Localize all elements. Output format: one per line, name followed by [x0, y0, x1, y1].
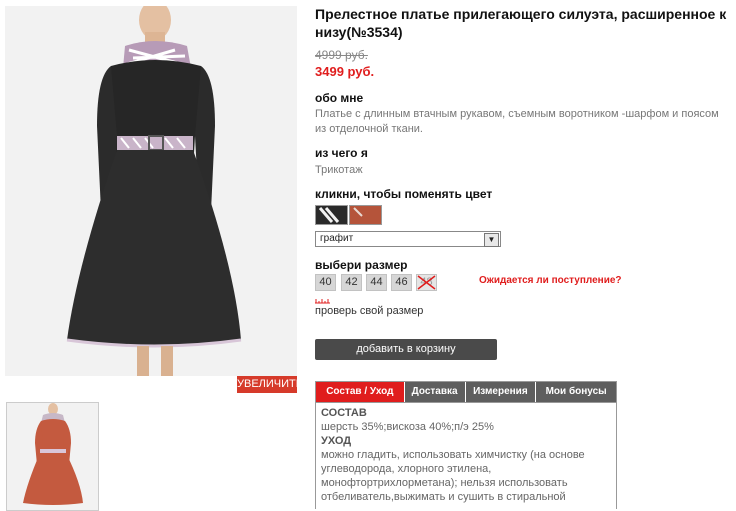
tab-bonuses[interactable]: Мои бонусы	[536, 382, 616, 402]
unavailable-cross-icon	[417, 275, 436, 290]
composition-text: шерсть 35%;вискоза 40%;п/э 25%	[321, 421, 494, 433]
info-tabs: Состав / Уход Доставка Измерения Мои бон…	[315, 381, 617, 403]
tab-content: СОСТАВ шерсть 35%;вискоза 40%;п/э 25% УХ…	[315, 402, 617, 509]
material-text: Трикотаж	[315, 164, 363, 176]
size-option-42[interactable]: 42	[341, 274, 362, 291]
check-size-link[interactable]: проверь свой размер	[315, 305, 423, 317]
ruler-icon	[315, 299, 330, 304]
chevron-down-icon[interactable]: ▼	[484, 233, 499, 247]
care-title: УХОД	[321, 435, 352, 447]
color-select[interactable]: графит ▼	[315, 231, 501, 247]
product-main-photo[interactable]	[5, 6, 297, 376]
new-price: 3499 руб.	[315, 64, 375, 79]
size-option-48-unavailable[interactable]: 48	[416, 274, 437, 291]
about-heading: обо мне	[315, 91, 364, 105]
tab-composition-care[interactable]: Состав / Уход	[316, 382, 404, 402]
zoom-button[interactable]: УВЕЛИЧИТЬ	[237, 376, 303, 393]
size-option-40[interactable]: 40	[315, 274, 336, 291]
size-option-46[interactable]: 46	[391, 274, 412, 291]
size-option-44[interactable]: 44	[366, 274, 387, 291]
thumbnail-image	[7, 403, 98, 510]
dress-image	[5, 6, 297, 376]
swatch-terracotta-pattern	[353, 207, 363, 217]
availability-link[interactable]: Ожидается ли поступление?	[479, 275, 622, 286]
product-thumbnail[interactable]	[6, 402, 99, 511]
color-swatch-graphite[interactable]	[315, 205, 348, 225]
tab-delivery[interactable]: Доставка	[404, 382, 465, 402]
old-price: 4999 руб.	[315, 48, 368, 62]
color-heading: кликни, чтобы поменять цвет	[315, 187, 493, 201]
material-heading: из чего я	[315, 146, 368, 160]
size-heading: выбери размер	[315, 258, 408, 272]
color-swatch-terracotta[interactable]	[349, 205, 382, 225]
care-text: можно гладить, использовать химчистку (н…	[321, 449, 585, 503]
about-text: Платье с длинным втачным рукавом, съемны…	[315, 108, 719, 135]
swatch-graphite-pattern	[318, 207, 340, 223]
add-to-cart-button[interactable]: добавить в корзину	[315, 339, 497, 360]
product-title: Прелестное платье прилегающего силуэта, …	[315, 6, 727, 40]
color-select-value: графит	[320, 233, 354, 244]
tab-measurements[interactable]: Измерения	[465, 382, 536, 402]
composition-title: СОСТАВ	[321, 407, 367, 419]
